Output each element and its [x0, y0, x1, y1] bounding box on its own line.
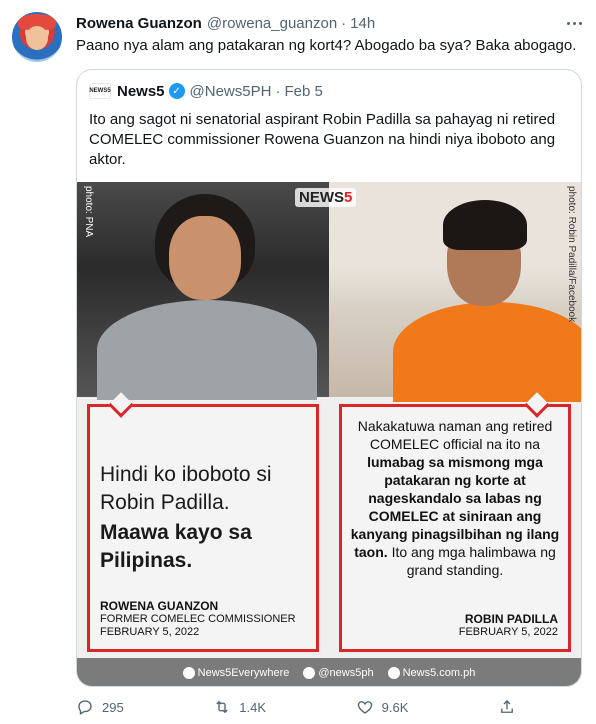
- social-web: News5.com.ph: [387, 666, 476, 680]
- social-bar: News5Everywhere @news5ph News5.com.ph: [77, 658, 581, 686]
- social-3: News5.com.ph: [402, 666, 476, 679]
- photo-credit-right: photo: Robin Padilla/Facebook: [566, 186, 577, 323]
- photo-figure: [393, 302, 581, 402]
- quoted-header: NEWS5 News5 ✓ @News5PH · Feb 5: [89, 80, 323, 102]
- quoted-author-handle[interactable]: @News5PH: [190, 83, 272, 100]
- logo-num: 5: [344, 189, 353, 206]
- right-attribution: ROBIN PADILLA FEBRUARY 5, 2022: [459, 613, 558, 639]
- author-handle[interactable]: @rowena_guanzon: [207, 15, 337, 32]
- quoted-text: Ito ang sagot ni senatorial aspirant Rob…: [89, 111, 556, 168]
- separator-dot: ·: [275, 82, 281, 100]
- tweet-text: Paano nya alam ang patakaran ng kort4? A…: [76, 37, 577, 54]
- quote-card-left: Hindi ko iboboto si Robin Padilla. Maawa…: [87, 392, 319, 652]
- photo-padilla: photo: Robin Padilla/Facebook: [329, 182, 581, 402]
- reply-icon: [78, 700, 92, 715]
- news5-logo: NEWS5: [295, 188, 357, 207]
- social-2: @news5ph: [318, 666, 374, 679]
- left-quote: Hindi ko iboboto si Robin Padilla. Maawa…: [100, 461, 308, 575]
- retweet-count: 1.4K: [239, 699, 267, 715]
- retweet-icon: [216, 700, 229, 714]
- like-button[interactable]: 9.6K: [356, 698, 409, 716]
- separator-dot: ·: [341, 14, 347, 32]
- right-quote-1: Nakakatuwa naman ang retired COMELEC off…: [357, 418, 553, 452]
- right-quote: Nakakatuwa naman ang retired COMELEC off…: [350, 417, 560, 579]
- quoted-date[interactable]: Feb 5: [284, 83, 322, 100]
- left-quote-normal: Hindi ko iboboto si Robin Padilla.: [100, 463, 272, 514]
- verified-icon: ✓: [168, 83, 185, 99]
- photo-figure: [169, 216, 241, 300]
- social-facebook: News5Everywhere: [182, 666, 290, 680]
- left-name: ROWENA GUANZON: [100, 599, 219, 613]
- photo-figure: [443, 200, 527, 250]
- right-date: FEBRUARY 5, 2022: [458, 626, 558, 638]
- photo-figure: [97, 300, 317, 400]
- tweet-time[interactable]: 14h: [350, 15, 375, 32]
- social-twitter: @news5ph: [303, 666, 374, 680]
- logo-word: NEWS: [299, 189, 344, 206]
- left-quote-bold: Maawa kayo sa Pilipinas.: [100, 521, 252, 572]
- quoted-avatar[interactable]: NEWS5: [89, 83, 111, 99]
- share-icon: [501, 700, 513, 713]
- reply-count: 295: [102, 699, 124, 715]
- right-quote-2: Ito ang mga halimbawa ng grand standing.: [391, 544, 556, 578]
- left-role: FORMER COMELEC COMMISSIONER: [100, 613, 296, 625]
- left-attribution: ROWENA GUANZON FORMER COMELEC COMMISSION…: [100, 600, 296, 639]
- avatar-face: [26, 26, 48, 50]
- photo-credit-left: photo: PNA: [83, 186, 94, 238]
- tweet-actions: 295 1.4K 9.6K: [76, 696, 516, 718]
- twitter-icon: [303, 667, 316, 680]
- social-1: News5Everywhere: [197, 666, 290, 679]
- like-icon: [357, 701, 372, 714]
- globe-icon: [387, 667, 400, 680]
- author-name[interactable]: Rowena Guanzon: [76, 15, 202, 32]
- retweet-button[interactable]: 1.4K: [213, 698, 266, 716]
- quote-card-image[interactable]: photo: PNA photo: Robin Padilla/Facebook…: [77, 182, 581, 686]
- left-date: FEBRUARY 5, 2022: [100, 626, 200, 638]
- tweet-header: Rowena Guanzon @rowena_guanzon · 14h: [76, 12, 584, 34]
- more-icon[interactable]: [564, 14, 584, 32]
- right-name: ROBIN PADILLA: [464, 612, 558, 626]
- reply-button[interactable]: 295: [76, 698, 124, 716]
- author-avatar[interactable]: [12, 12, 62, 62]
- share-button[interactable]: [498, 698, 516, 716]
- facebook-icon: [182, 667, 195, 680]
- like-count: 9.6K: [381, 699, 409, 715]
- quoted-tweet[interactable]: NEWS5 News5 ✓ @News5PH · Feb 5 Ito ang s…: [76, 69, 582, 687]
- quote-card-right: Nakakatuwa naman ang retired COMELEC off…: [339, 392, 571, 652]
- quoted-author-name[interactable]: News5: [117, 83, 165, 100]
- photo-guanzon: photo: PNA: [77, 182, 329, 400]
